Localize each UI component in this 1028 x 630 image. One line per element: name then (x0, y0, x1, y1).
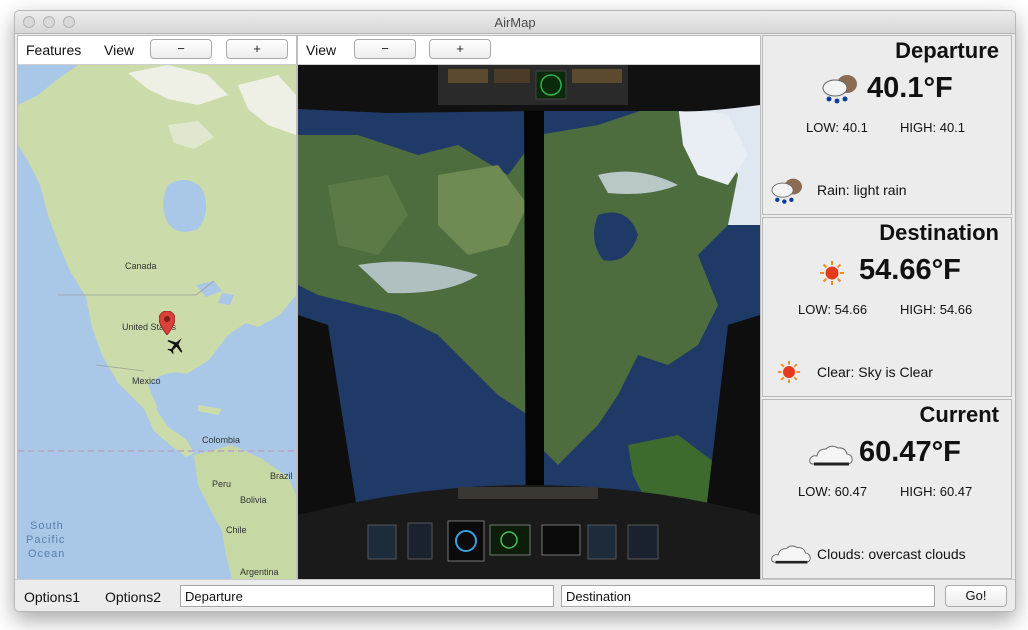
destination-weather-panel: Destination 54.66°F LOW: 54.66 HIGH: 54.… (762, 217, 1012, 397)
destination-field[interactable] (561, 585, 935, 607)
departure-weather-panel: Departure 40.1°F LOW: 40.1 HIGH: 40.1 Ra… (762, 35, 1012, 215)
map-label-south-pacific-2: Pacific (26, 534, 66, 546)
departure-description: Rain: light rain (817, 182, 907, 198)
title-bar: AirMap (15, 11, 1015, 34)
rain-cloud-small-icon (771, 178, 802, 204)
current-description: Clouds: overcast clouds (817, 546, 966, 562)
cockpit-canvas (298, 65, 760, 579)
cockpit-view-panel: View − + (297, 35, 761, 580)
current-low: LOW: 60.47 (798, 484, 868, 499)
map-label-peru: Peru (212, 479, 232, 489)
destination-high: HIGH: 54.66 (900, 302, 973, 317)
destination-temperature: 54.66°F (859, 254, 961, 286)
bottom-toolbar: Options1 Options2 Go! (15, 579, 1015, 611)
map-label-south-pacific-3: Ocean (28, 548, 66, 560)
cockpit-view-menu[interactable]: View (306, 42, 336, 58)
departure-title: Departure (895, 38, 999, 63)
map-zoom-out-button[interactable]: − (150, 39, 212, 59)
current-high: HIGH: 60.47 (900, 484, 973, 499)
map-label-bolivia: Bolivia (240, 495, 267, 505)
map-label-chile: Chile (226, 525, 247, 535)
map-panel: Features View − + Canada United States M… (17, 35, 297, 580)
departure-high: HIGH: 40.1 (900, 120, 966, 135)
map-label-brazil: Brazil (270, 471, 293, 481)
departure-field[interactable] (180, 585, 554, 607)
weather-sidebar: Departure 40.1°F LOW: 40.1 HIGH: 40.1 Ra… (762, 35, 1014, 579)
map-label-canada: Canada (125, 261, 157, 271)
map-label-colombia: Colombia (202, 435, 241, 445)
map-label-argentina: Argentina (240, 567, 279, 577)
options1-menu[interactable]: Options1 (24, 589, 80, 605)
airplane-icon (167, 338, 183, 355)
map-pin-icon[interactable] (159, 311, 175, 335)
current-title: Current (919, 402, 999, 427)
departure-low: LOW: 40.1 (806, 120, 868, 135)
current-weather-panel: Current 60.47°F LOW: 60.47 HIGH: 60.47 C… (762, 399, 1012, 579)
destination-description: Clear: Sky is Clear (817, 364, 933, 380)
features-menu[interactable]: Features (26, 42, 81, 58)
cloud-icon (809, 445, 853, 466)
sun-icon (820, 261, 844, 285)
cockpit-zoom-in-button[interactable]: + (429, 39, 491, 59)
go-button[interactable]: Go! (945, 585, 1007, 607)
cockpit-view[interactable] (298, 65, 760, 579)
map-zoom-in-button[interactable]: + (226, 39, 288, 59)
cockpit-zoom-out-button[interactable]: − (354, 39, 416, 59)
map-view[interactable]: Canada United States Mexico Colombia Per… (18, 65, 296, 579)
app-window: AirMap Features View − + Canada United S… (14, 10, 1016, 612)
destination-low: LOW: 54.66 (798, 302, 868, 317)
current-temperature: 60.47°F (859, 436, 961, 468)
window-title: AirMap (494, 15, 536, 30)
cloud-small-icon (771, 545, 811, 564)
map-label-mexico: Mexico (132, 376, 161, 386)
rain-cloud-icon (822, 75, 857, 104)
cockpit-toolbar: View − + (298, 36, 760, 65)
map-toolbar: Features View − + (18, 36, 296, 65)
options2-menu[interactable]: Options2 (105, 589, 161, 605)
departure-temperature: 40.1°F (867, 72, 953, 104)
map-label-south-pacific-1: South (30, 520, 64, 532)
destination-title: Destination (879, 220, 999, 245)
sun-small-icon (777, 360, 801, 384)
view-menu[interactable]: View (104, 42, 134, 58)
